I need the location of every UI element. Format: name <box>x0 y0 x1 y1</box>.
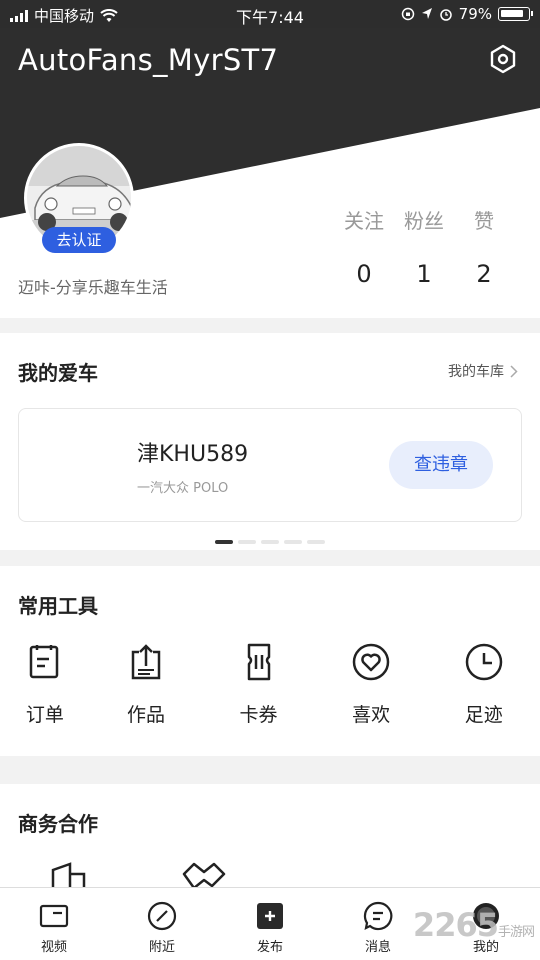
my-garage-label: 我的车库 <box>448 364 504 380</box>
alarm-icon <box>439 9 452 21</box>
tools-section: 常用工具 订单 作品 卡券 喜欢 足迹 <box>0 566 540 756</box>
nav-label: 视频 <box>40 940 67 955</box>
status-bar: 中国移动 下午7:44 79% <box>0 0 540 28</box>
tool-label: 作品 <box>126 704 165 726</box>
message-icon <box>363 901 393 931</box>
my-car-title: 我的爱车 <box>18 361 98 385</box>
publish-icon <box>257 903 283 929</box>
carousel-dot <box>238 540 256 544</box>
tool-coupons[interactable]: 卡券 <box>202 642 315 727</box>
nav-video[interactable]: 视频 <box>0 888 108 960</box>
stat-likes[interactable]: 赞 2 <box>454 205 514 288</box>
stat-followers[interactable]: 粉丝 1 <box>394 205 454 288</box>
stat-following[interactable]: 关注 0 <box>334 205 394 288</box>
stat-value: 2 <box>476 260 492 288</box>
my-car-section: 我的爱车 我的车库 津KHU589 一汽大众 POLO 查违章 <box>0 333 540 550</box>
video-icon <box>39 904 69 928</box>
compass-icon <box>147 901 177 931</box>
car-plate: 津KHU589 <box>137 442 249 467</box>
tools-title: 常用工具 <box>18 594 98 618</box>
carousel-dot <box>261 540 279 544</box>
profile-header: AutoFans_MyrST7 去认证 迈咔-分享乐趣车生活 关注 0 粉丝 1 <box>0 28 540 318</box>
car-model: 一汽大众 POLO <box>137 481 229 496</box>
works-icon <box>131 644 161 680</box>
stat-label: 赞 <box>474 209 494 233</box>
carousel-dot <box>284 540 302 544</box>
order-icon <box>29 645 59 679</box>
business-section: 商务合作 <box>0 784 540 887</box>
handshake-icon[interactable] <box>180 860 226 887</box>
watermark: 2265手游网 <box>412 906 535 944</box>
profile-stats: 关注 0 粉丝 1 赞 2 <box>290 205 540 288</box>
username: AutoFans_MyrST7 <box>18 43 279 77</box>
carousel-dot <box>215 540 233 544</box>
settings-icon[interactable] <box>488 44 518 74</box>
tool-favorites[interactable]: 喜欢 <box>315 642 428 727</box>
nav-label: 发布 <box>256 940 283 955</box>
nav-label: 消息 <box>364 940 391 955</box>
tool-label: 足迹 <box>464 704 503 726</box>
tool-label: 卡券 <box>239 704 278 726</box>
clock-icon <box>465 643 502 681</box>
heart-icon <box>352 643 390 681</box>
coupon-icon <box>247 643 270 681</box>
carousel-dot <box>307 540 325 544</box>
store-icon[interactable] <box>50 862 90 887</box>
verify-button[interactable]: 去认证 <box>42 227 116 253</box>
location-icon <box>421 8 432 19</box>
stat-label: 粉丝 <box>404 209 444 233</box>
nav-label: 附近 <box>148 940 175 955</box>
orientation-lock-icon <box>401 7 414 21</box>
nav-publish[interactable]: 发布 <box>216 888 324 960</box>
my-garage-link[interactable]: 我的车库 <box>448 361 518 381</box>
stat-label: 关注 <box>344 209 384 233</box>
battery-icon <box>498 7 533 21</box>
tool-label: 订单 <box>25 704 64 726</box>
tool-works[interactable]: 作品 <box>90 642 203 727</box>
tool-orders[interactable]: 订单 <box>0 642 90 727</box>
nav-nearby[interactable]: 附近 <box>108 888 216 960</box>
car-card[interactable]: 津KHU589 一汽大众 POLO 查违章 <box>18 408 522 522</box>
watermark-main: 2265 <box>412 906 499 944</box>
tool-history[interactable]: 足迹 <box>427 642 540 727</box>
watermark-sub: 手游网 <box>497 925 535 940</box>
business-title: 商务合作 <box>18 812 98 836</box>
chevron-right-icon <box>510 364 518 378</box>
stat-value: 0 <box>356 260 372 288</box>
tool-label: 喜欢 <box>352 704 391 726</box>
profile-slogan: 迈咔-分享乐趣车生活 <box>18 278 168 297</box>
carousel-indicator <box>0 540 540 544</box>
battery-percent: 79% <box>458 5 492 23</box>
check-violation-button[interactable]: 查违章 <box>389 441 493 489</box>
stat-value: 1 <box>416 260 432 288</box>
